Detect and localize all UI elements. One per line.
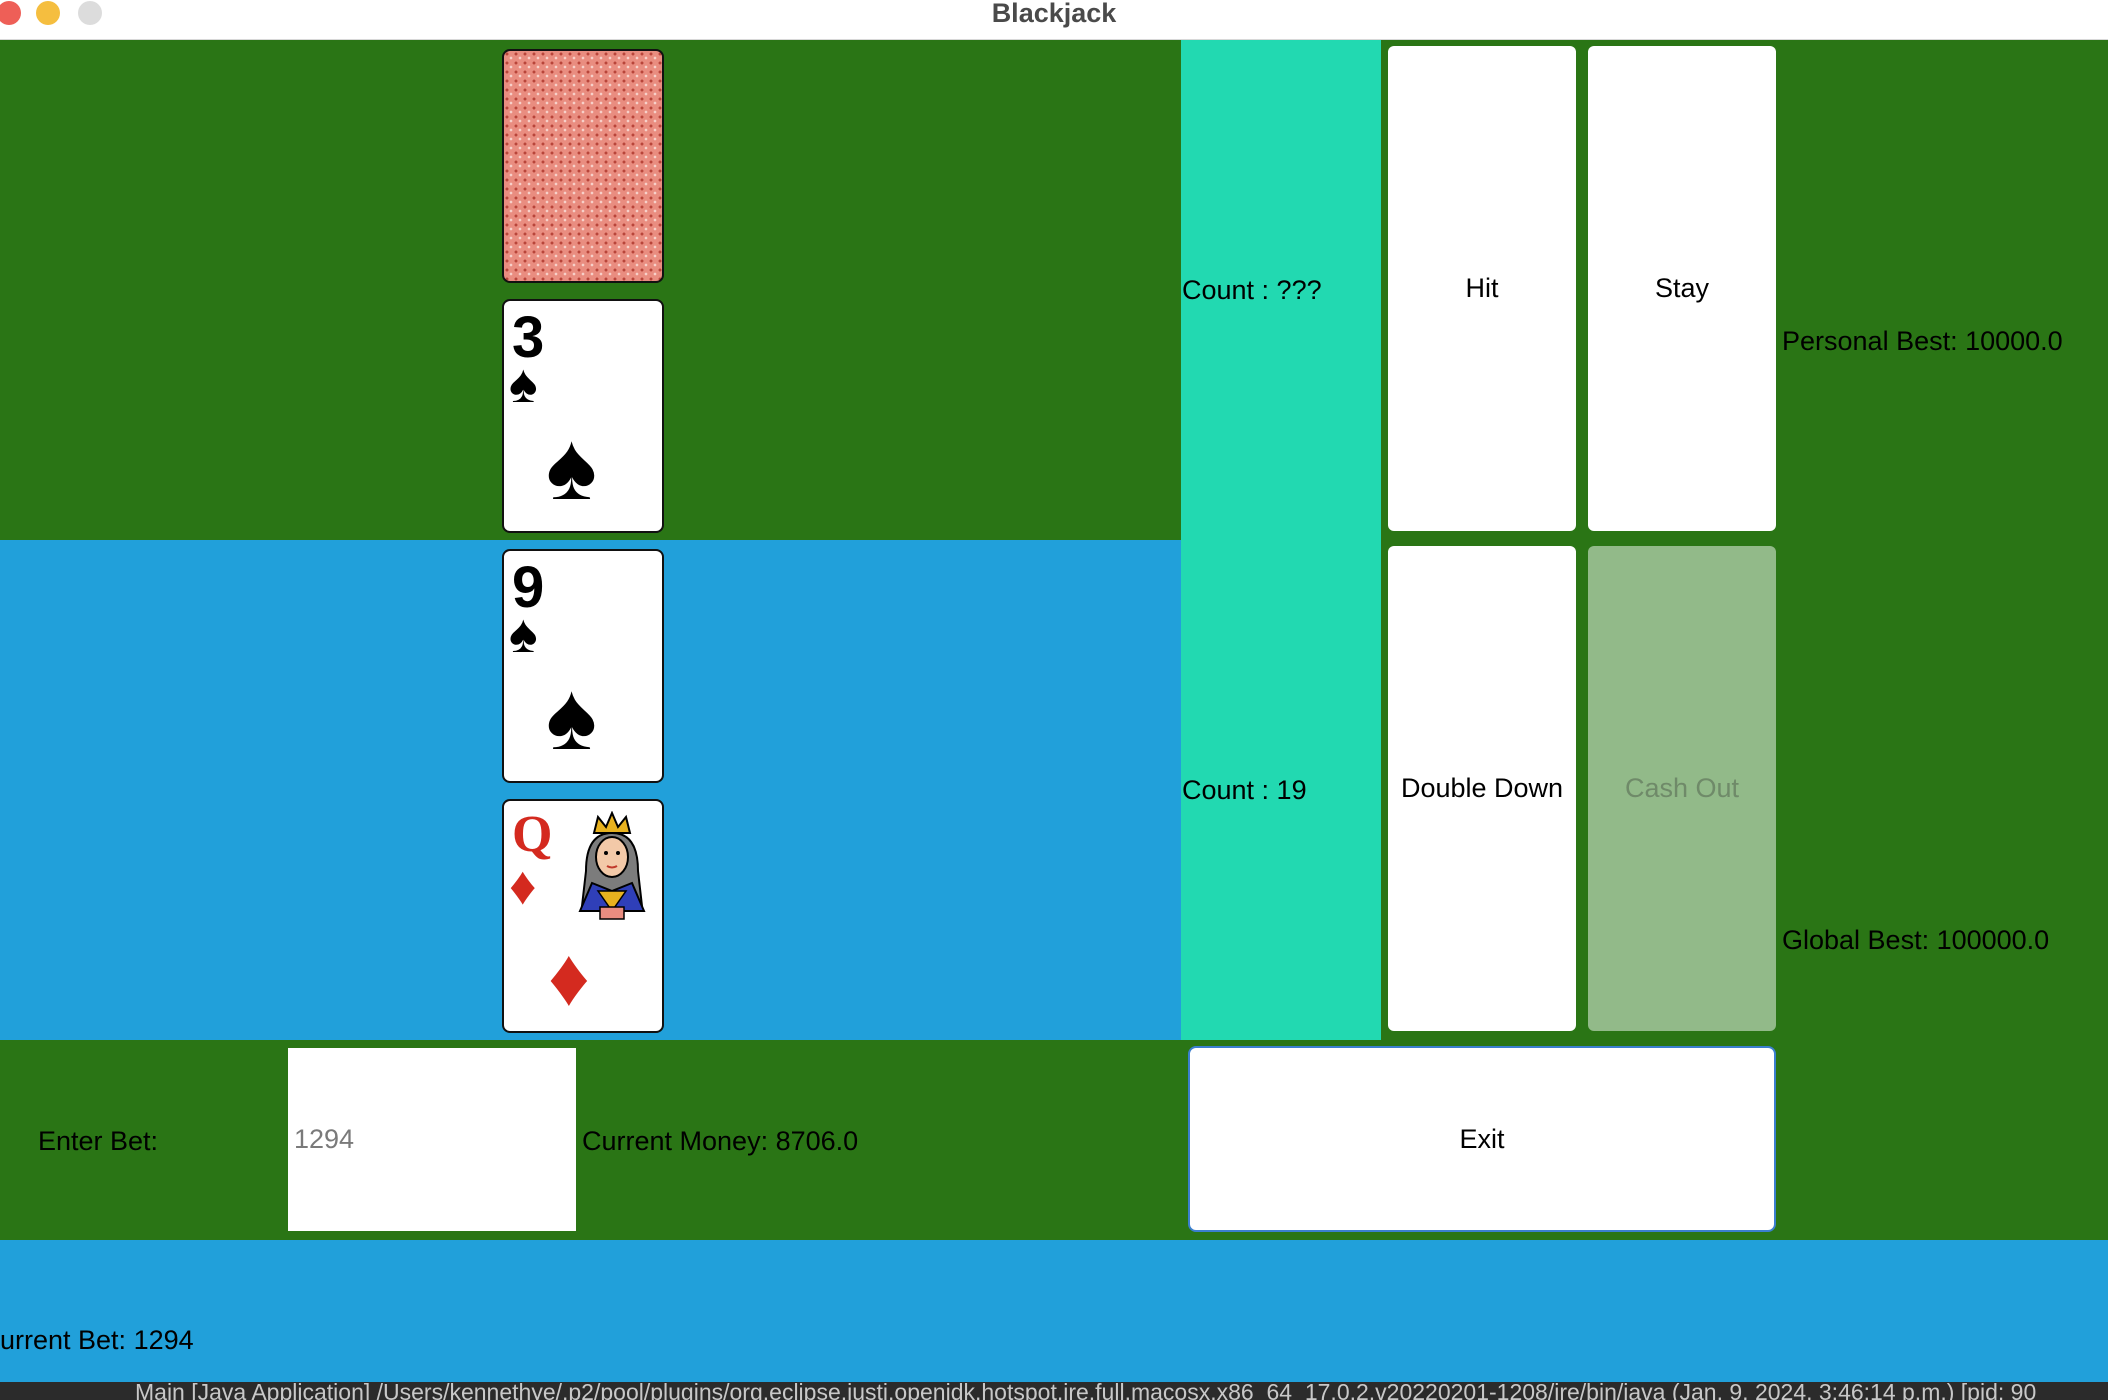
current-money-label: Current Money: 8706.0 — [582, 1126, 859, 1156]
player-card-q-diamonds: Q ♦ ♦ — [502, 799, 664, 1033]
stay-button[interactable]: Stay — [1588, 46, 1776, 531]
exit-button[interactable]: Exit — [1188, 1046, 1776, 1232]
personal-best-label: Personal Best: 10000.0 — [1782, 326, 2063, 356]
spade-icon: ♠ — [546, 663, 597, 770]
dealer-card-3-spades: 3 ♠ ♠ — [502, 299, 664, 533]
cash-out-button[interactable]: Cash Out — [1588, 546, 1776, 1031]
card-rank: Q — [512, 806, 553, 863]
diamond-icon: ♦ — [509, 856, 537, 916]
current-bet-strip — [0, 1240, 2108, 1382]
current-bet-label: urrent Bet: 1294 — [0, 1325, 194, 1355]
diamond-icon: ♦ — [548, 932, 590, 1023]
console-process-text: Main [Java Application] /Users/kennethye… — [135, 1382, 2037, 1400]
player-card-9-spades: 9 ♠ ♠ — [502, 549, 664, 783]
ide-console-strip: Main [Java Application] /Users/kennethye… — [0, 1382, 2108, 1400]
player-count-label: Count : 19 — [1182, 775, 1307, 805]
spade-icon: ♠ — [546, 413, 597, 520]
double-down-button[interactable]: Double Down — [1388, 546, 1576, 1031]
count-column — [1181, 40, 1381, 1040]
queen-portrait-icon — [578, 811, 646, 920]
hit-button[interactable]: Hit — [1388, 46, 1576, 531]
window-titlebar: Blackjack — [0, 0, 2108, 40]
spade-icon: ♠ — [509, 354, 538, 414]
bet-input[interactable] — [288, 1048, 576, 1231]
spade-icon: ♠ — [509, 604, 538, 664]
window-title: Blackjack — [991, 0, 1117, 28]
dealer-card-back — [502, 49, 664, 283]
enter-bet-label: Enter Bet: — [38, 1126, 159, 1156]
global-best-label: Global Best: 100000.0 — [1782, 925, 2050, 955]
dealer-count-label: Count : ??? — [1182, 275, 1322, 305]
